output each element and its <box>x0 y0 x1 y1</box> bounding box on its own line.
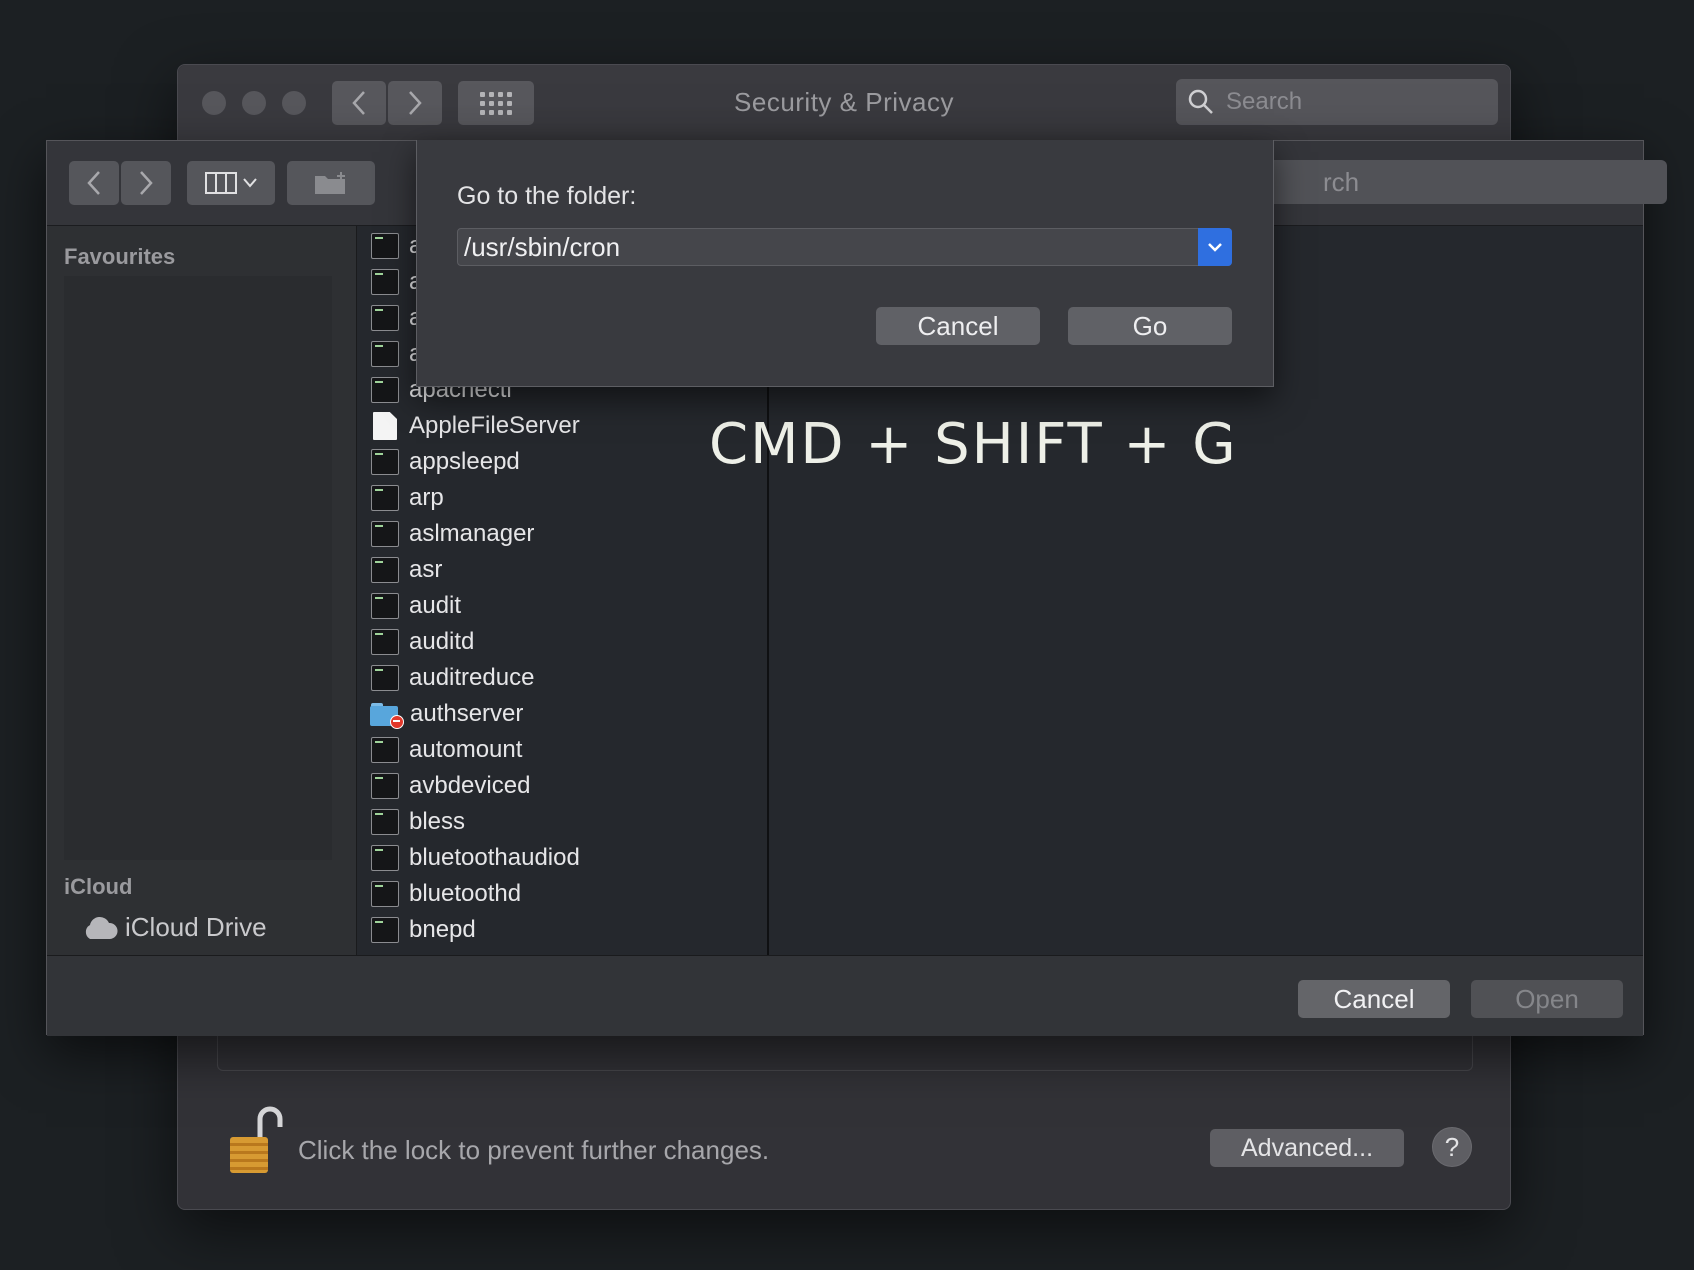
cloud-icon <box>85 916 118 939</box>
lock-status-text: Click the lock to prevent further change… <box>298 1135 770 1165</box>
list-item[interactable]: authserver <box>370 696 524 732</box>
terminal-icon <box>371 449 399 475</box>
go-to-folder-label: Go to the folder: <box>457 182 637 210</box>
file-name: bnepd <box>409 916 476 943</box>
terminal-icon <box>371 665 399 691</box>
file-name: appsleepd <box>409 448 520 475</box>
file-name: bluetoothaudiod <box>409 844 580 871</box>
file-name: auditd <box>409 628 475 655</box>
sidebar-heading-icloud: iCloud <box>64 874 133 899</box>
list-item[interactable]: appsleepd <box>371 444 520 480</box>
lock-icon[interactable] <box>224 1105 284 1177</box>
chevron-right-icon <box>140 171 153 195</box>
terminal-icon <box>371 593 399 619</box>
go-button[interactable]: Go <box>1068 307 1232 345</box>
open-button[interactable]: Open <box>1471 980 1623 1018</box>
sidebar-heading-favourites: Favourites <box>64 244 176 269</box>
terminal-icon <box>371 269 399 295</box>
path-history-dropdown-button[interactable] <box>1198 228 1232 266</box>
go-to-cancel-button[interactable]: Cancel <box>876 307 1040 345</box>
list-item[interactable]: a <box>371 228 422 264</box>
chevron-down-icon <box>1208 243 1222 252</box>
file-name: asr <box>409 556 443 583</box>
dialog-search-field[interactable]: rch <box>1227 160 1667 204</box>
terminal-icon <box>371 233 399 259</box>
list-item[interactable]: arp <box>371 480 444 516</box>
view-mode-button[interactable] <box>187 161 275 205</box>
file-name: audit <box>409 592 462 619</box>
dialog-forward-button[interactable] <box>121 161 171 205</box>
terminal-icon <box>371 845 399 871</box>
terminal-icon <box>371 773 399 799</box>
file-name: bluetoothd <box>409 880 522 907</box>
prefs-search-field[interactable]: Search <box>1176 79 1498 125</box>
dialog-footer: Cancel Open <box>47 955 1643 1036</box>
sidebar-item-label: iCloud Drive <box>125 912 267 942</box>
terminal-icon <box>371 557 399 583</box>
file-name: bless <box>409 808 466 835</box>
cancel-button[interactable]: Cancel <box>1298 980 1450 1018</box>
list-item[interactable]: asr <box>371 552 442 588</box>
prefs-titlebar: Security & Privacy Search <box>178 65 1510 141</box>
terminal-icon <box>371 305 399 331</box>
list-item[interactable]: bluetoothd <box>371 876 521 912</box>
shortcut-caption: CMD + SHIFT + G <box>709 412 1238 477</box>
list-item[interactable]: avbdeviced <box>371 768 530 804</box>
terminal-icon <box>371 521 399 547</box>
file-name: auditreduce <box>409 664 535 691</box>
list-item[interactable]: auditd <box>371 624 474 660</box>
list-item[interactable]: a <box>371 264 422 300</box>
list-item[interactable]: auditreduce <box>371 660 534 696</box>
favourites-list <box>64 276 332 860</box>
file-name: authserver <box>410 700 524 727</box>
new-folder-icon <box>315 172 345 194</box>
go-to-folder-sheet: Go to the folder: Cancel Go <box>416 140 1274 387</box>
list-item[interactable]: bless <box>371 804 465 840</box>
file-name: automount <box>409 736 523 763</box>
file-name: AppleFileServer <box>409 412 580 439</box>
search-placeholder: Search <box>1226 88 1303 115</box>
sidebar: Favourites iCloud iCloud Drive <box>47 226 357 955</box>
list-item[interactable]: a <box>371 336 422 372</box>
list-item[interactable]: AppleFileServer <box>371 408 580 444</box>
column-view-icon <box>205 172 237 194</box>
chevron-down-icon <box>243 178 257 188</box>
terminal-icon <box>371 809 399 835</box>
file-name: arp <box>409 484 444 511</box>
sidebar-item-icloud-drive[interactable]: iCloud Drive <box>81 912 267 943</box>
chevron-left-icon <box>87 171 100 195</box>
folder-path-input[interactable] <box>458 229 1198 265</box>
terminal-icon <box>371 629 399 655</box>
help-button[interactable]: ? <box>1432 1127 1472 1167</box>
file-name: avbdeviced <box>409 772 531 799</box>
list-item[interactable]: bnepd <box>371 912 476 948</box>
list-item[interactable]: audit <box>371 588 461 624</box>
terminal-icon <box>371 917 399 943</box>
document-icon <box>373 412 397 440</box>
list-item[interactable]: a <box>371 300 422 336</box>
folder-path-combobox[interactable] <box>457 228 1232 266</box>
new-folder-button[interactable] <box>287 161 375 205</box>
file-name: aslmanager <box>409 520 535 547</box>
advanced-button[interactable]: Advanced... <box>1210 1129 1404 1167</box>
restricted-folder-icon <box>370 702 404 729</box>
terminal-icon <box>371 341 399 367</box>
dialog-back-button[interactable] <box>69 161 119 205</box>
search-icon <box>1188 89 1213 114</box>
terminal-icon <box>371 881 399 907</box>
terminal-icon <box>371 377 399 403</box>
terminal-icon <box>371 485 399 511</box>
list-item[interactable]: bluetoothaudiod <box>371 840 580 876</box>
list-item[interactable]: automount <box>371 732 522 768</box>
list-item[interactable]: aslmanager <box>371 516 534 552</box>
terminal-icon <box>371 737 399 763</box>
